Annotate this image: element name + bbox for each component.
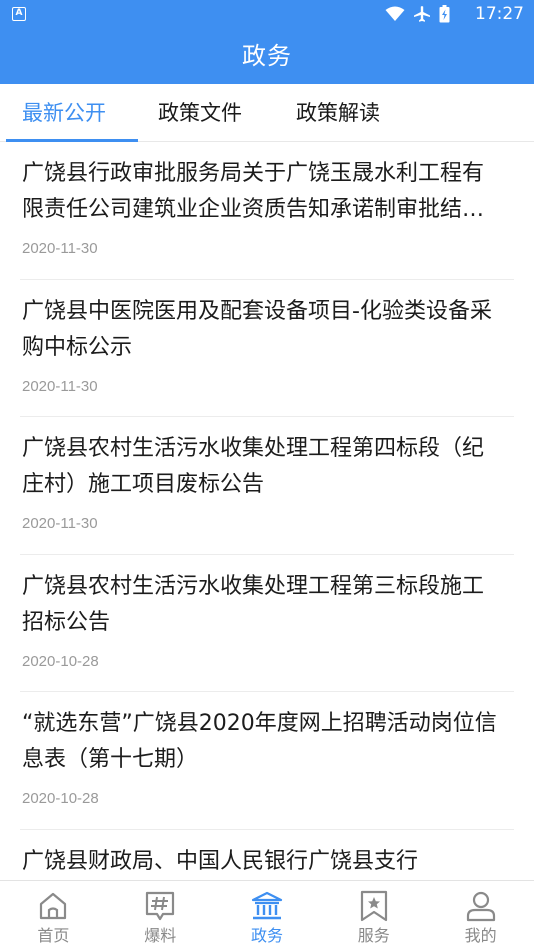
nav-item-report[interactable]: 爆料 (107, 881, 214, 950)
government-icon (251, 891, 283, 920)
tab-bar: 最新公开 政策文件 政策解读 (0, 84, 534, 142)
status-icons (385, 5, 450, 23)
nav-item-government[interactable]: 政务 (214, 881, 321, 950)
news-title: 广饶县农村生活污水收集处理工程第三标段施工招标公告 (22, 573, 485, 635)
list-item[interactable]: 广饶县中医院医用及配套设备项目-化验类设备采购中标公示 2020-11-30 (20, 280, 514, 417)
nav-item-profile[interactable]: 我的 (427, 881, 534, 950)
nav-label: 首页 (37, 926, 70, 945)
list-item[interactable]: 广饶县农村生活污水收集处理工程第四标段（纪庄村）施工项目废标公告 2020-11… (20, 417, 514, 555)
nav-item-service[interactable]: 服务 (320, 881, 427, 950)
nav-label: 爆料 (144, 926, 177, 945)
news-title: “就选东营”广饶县2020年度网上招聘活动岗位信息表（第十七期） (22, 711, 497, 772)
news-title: 广饶县农村生活污水收集处理工程第四标段（纪庄村）施工项目废标公告 (22, 436, 485, 497)
wifi-icon (385, 6, 405, 21)
nav-label: 我的 (464, 926, 497, 945)
list-item[interactable]: “就选东营”广饶县2020年度网上招聘活动岗位信息表（第十七期） 2020-10… (20, 692, 514, 830)
news-title: 广饶县中医院医用及配套设备项目-化验类设备采购中标公示 (22, 298, 492, 360)
news-date: 2020-10-28 (22, 652, 99, 670)
notification-a-icon: A (12, 7, 26, 21)
tab-latest[interactable]: 最新公开 (22, 84, 106, 142)
home-icon (40, 892, 67, 920)
nav-item-home[interactable]: 首页 (0, 881, 107, 950)
news-title: 广饶县行政审批服务局关于广饶玉晟水利工程有限责任公司建筑业企业资质告知承诺制审批… (22, 161, 485, 222)
list-item[interactable]: 广饶县财政局、中国人民银行广饶县支行 (20, 830, 514, 881)
tab-policy-documents[interactable]: 政策文件 (158, 84, 242, 142)
page-title: 政务 (242, 42, 292, 70)
list-item[interactable]: 广饶县农村生活污水收集处理工程第三标段施工招标公告 2020-10-28 (20, 555, 514, 692)
airplane-icon (414, 6, 430, 22)
list-item[interactable]: 广饶县行政审批服务局关于广饶玉晟水利工程有限责任公司建筑业企业资质告知承诺制审批… (20, 142, 514, 280)
app-bar: 政务 (0, 28, 534, 84)
user-icon (466, 891, 495, 922)
status-time: 17:27 (475, 4, 524, 24)
news-title: 广饶县财政局、中国人民银行广饶县支行 (22, 848, 419, 874)
bottom-nav: 首页 爆料 政务 服务 我的 (0, 880, 534, 950)
news-date: 2020-10-28 (22, 790, 99, 807)
news-date: 2020-11-30 (22, 240, 98, 257)
news-list[interactable]: 广饶县行政审批服务局关于广饶玉晟水利工程有限责任公司建筑业企业资质告知承诺制审批… (0, 142, 534, 880)
nav-label: 政务 (250, 926, 283, 945)
hashtag-icon (146, 891, 175, 921)
news-date: 2020-11-30 (22, 515, 98, 532)
battery-icon (439, 5, 450, 23)
tab-policy-interpretation[interactable]: 政策解读 (296, 84, 380, 142)
status-bar: A 17:27 (0, 0, 534, 28)
bookmark-star-icon (360, 890, 387, 922)
nav-label: 服务 (357, 926, 390, 945)
news-date: 2020-11-30 (22, 377, 98, 395)
